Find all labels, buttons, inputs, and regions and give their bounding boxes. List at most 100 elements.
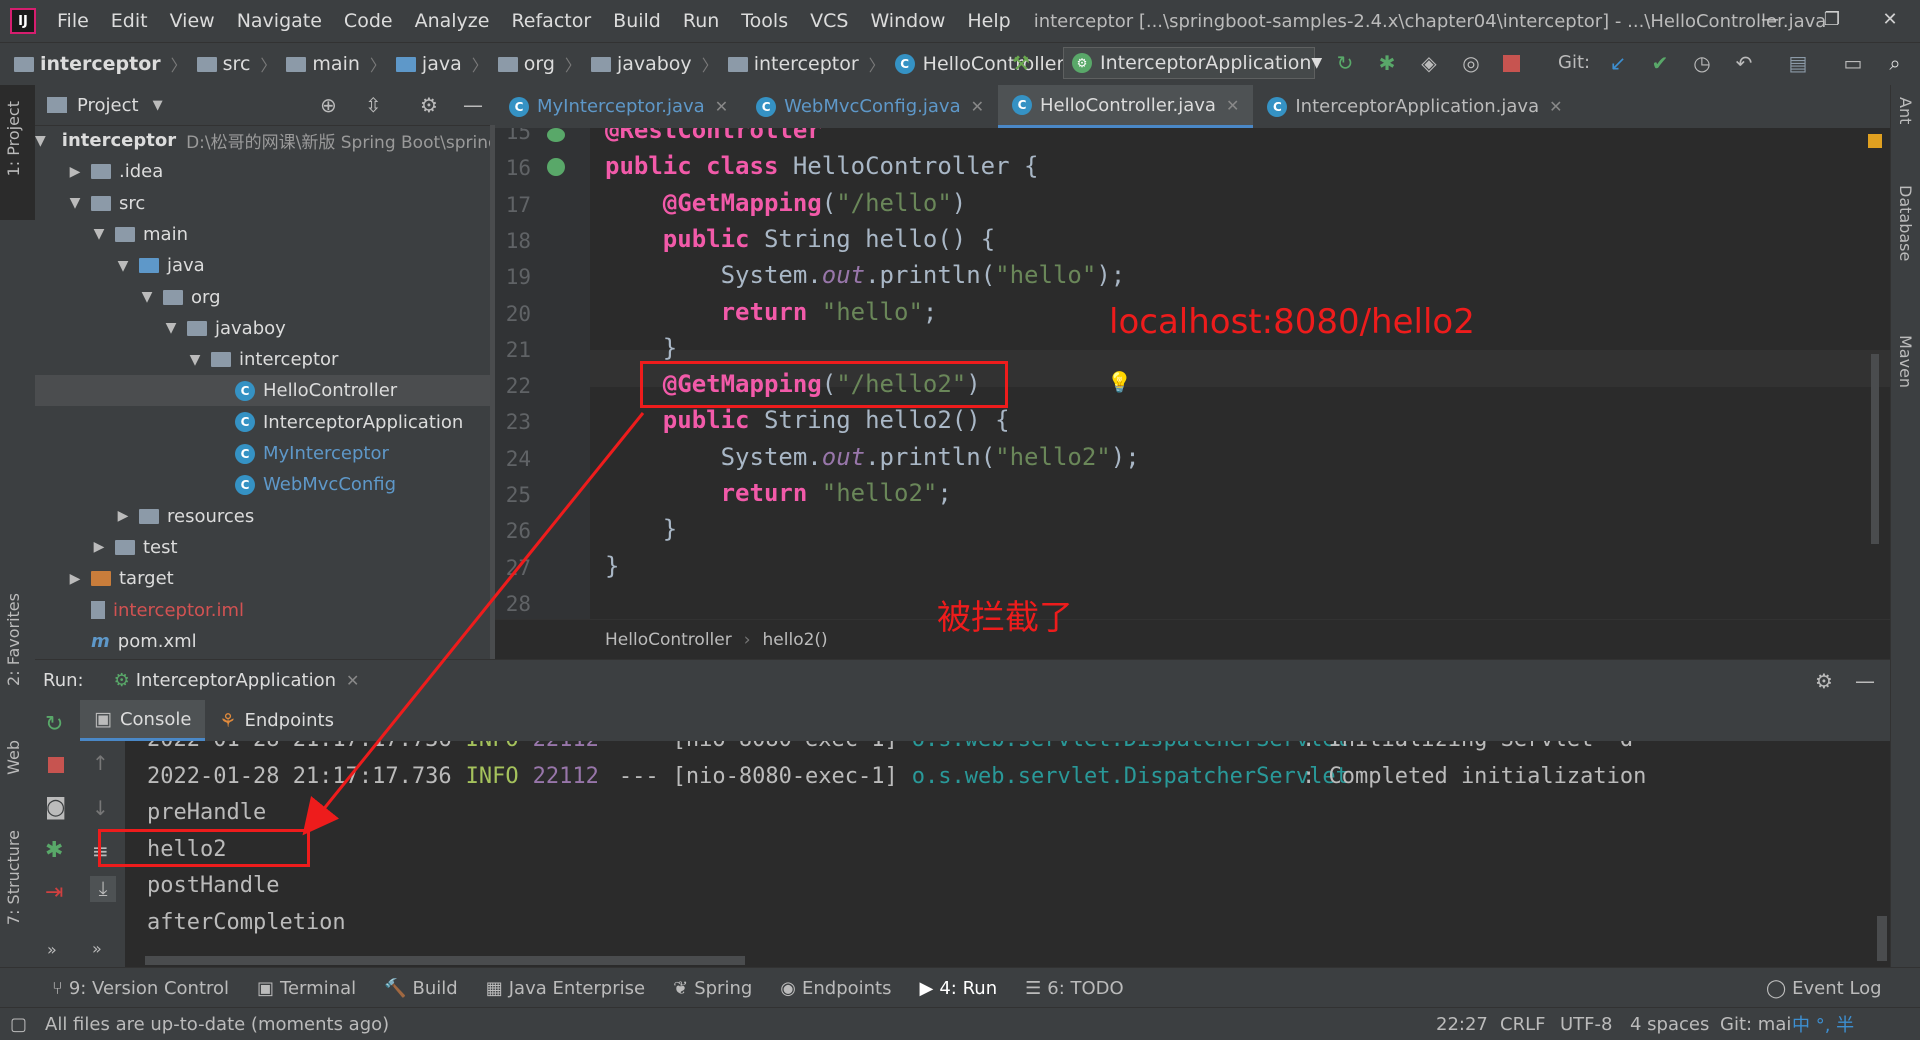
- close-icon[interactable]: ✕: [346, 671, 359, 690]
- structure-tool-tab[interactable]: 7: Structure: [4, 830, 23, 925]
- tree-item[interactable]: ▶ target: [35, 563, 495, 594]
- editor-tab[interactable]: C InterceptorApplication.java ✕: [1253, 85, 1576, 128]
- console-vscrollbar[interactable]: [1877, 916, 1887, 961]
- stop-icon[interactable]: [48, 757, 64, 773]
- tree-item[interactable]: ▶ resources: [35, 501, 495, 532]
- debug-bug-icon[interactable]: ✱: [45, 838, 63, 863]
- tree-item[interactable]: C InterceptorApplication: [35, 407, 495, 438]
- indent-setting[interactable]: 4 spaces: [1630, 1014, 1709, 1035]
- hide-panel-icon[interactable]: —: [463, 93, 483, 117]
- tree-item[interactable]: ▼ src: [35, 188, 495, 219]
- ant-tool-tab[interactable]: Ant: [1896, 97, 1915, 124]
- web-tool-tab[interactable]: Web: [4, 740, 23, 775]
- close-icon[interactable]: ✕: [715, 97, 728, 116]
- line-separator[interactable]: CRLF: [1500, 1014, 1545, 1035]
- tree-item[interactable]: ▼ main: [35, 219, 495, 250]
- status-window-icon[interactable]: ▢: [10, 1014, 27, 1035]
- expand-arrow-icon[interactable]: ▼: [115, 258, 131, 274]
- editor-scrollbar[interactable]: [1871, 354, 1879, 544]
- spring-bean-gutter-icon[interactable]: [547, 128, 565, 142]
- tool-window-button[interactable]: ◉ Endpoints: [780, 978, 891, 999]
- menu-vcs[interactable]: VCS: [799, 10, 859, 32]
- collapse-arrow-icon[interactable]: ▶: [115, 508, 131, 524]
- menu-navigate[interactable]: Navigate: [226, 10, 333, 32]
- ime-indicator[interactable]: 中 °, 半: [1792, 1011, 1854, 1037]
- hide-panel-icon[interactable]: —: [1855, 669, 1875, 693]
- minimize-button[interactable]: —: [1750, 6, 1790, 34]
- search-icon[interactable]: ⌕: [1882, 50, 1908, 76]
- tool-window-button[interactable]: 🔨 Build: [384, 978, 458, 999]
- collapse-arrow-icon[interactable]: ▶: [67, 571, 83, 587]
- menu-tools[interactable]: Tools: [730, 10, 799, 32]
- build-hammer-icon[interactable]: ⚒: [1008, 50, 1034, 76]
- rerun-icon[interactable]: ↻: [1332, 50, 1358, 76]
- more-icon[interactable]: »: [47, 940, 57, 959]
- tree-item[interactable]: ▼ java: [35, 250, 495, 281]
- debug-bug-icon[interactable]: ✱: [1374, 50, 1400, 76]
- tree-item[interactable]: C WebMvcConfig: [35, 469, 495, 500]
- tool-window-button[interactable]: ▦ Java Enterprise: [486, 978, 645, 999]
- expand-arrow-icon[interactable]: ▼: [163, 320, 179, 336]
- tree-item[interactable]: C HelloController: [35, 375, 495, 407]
- scroll-to-end-icon[interactable]: ⤓: [90, 876, 116, 902]
- event-log-button[interactable]: ◯ Event Log: [1766, 978, 1882, 999]
- coverage-icon[interactable]: ◈: [1416, 50, 1442, 76]
- stop-icon[interactable]: [1503, 55, 1520, 72]
- nav-crumb[interactable]: interceptor: [727, 53, 859, 75]
- menu-file[interactable]: File: [46, 10, 100, 32]
- history-clock-icon[interactable]: ◷: [1689, 50, 1715, 76]
- collapse-arrow-icon[interactable]: ▶: [91, 539, 107, 555]
- tree-item[interactable]: ▶ test: [35, 532, 495, 563]
- rerun-icon[interactable]: ↻: [45, 712, 63, 737]
- nav-crumb[interactable]: interceptor: [14, 53, 161, 75]
- tree-item[interactable]: ▼ interceptor D:\松哥的网课\新版 Spring Boot\spri…: [35, 125, 495, 156]
- tool-window-button[interactable]: ▶ 4: Run: [920, 978, 998, 999]
- tree-item[interactable]: m pom.xml: [35, 626, 495, 657]
- git-branch[interactable]: Git: mai: [1720, 1014, 1791, 1035]
- nav-crumb[interactable]: javaboy: [590, 53, 692, 75]
- expand-arrow-icon[interactable]: ▼: [187, 352, 203, 368]
- close-icon[interactable]: ✕: [1226, 96, 1239, 115]
- caret-position[interactable]: 22:27: [1436, 1014, 1488, 1035]
- restore-button[interactable]: ❐: [1812, 6, 1852, 34]
- lightbulb-icon[interactable]: 💡: [1107, 370, 1132, 394]
- tree-item[interactable]: ▼ interceptor: [35, 344, 495, 375]
- close-icon[interactable]: ✕: [1549, 97, 1562, 116]
- arrow-down-icon[interactable]: ↓: [92, 796, 109, 820]
- breadcrumb-method[interactable]: hello2(): [763, 630, 828, 650]
- favorites-tool-tab[interactable]: 2: Favorites: [4, 593, 23, 686]
- nav-crumb[interactable]: java: [395, 53, 462, 75]
- run-config-tab[interactable]: InterceptorApplication: [136, 670, 336, 691]
- tree-item[interactable]: C MyInterceptor: [35, 438, 495, 469]
- menu-help[interactable]: Help: [956, 10, 1021, 32]
- menu-view[interactable]: View: [159, 10, 226, 32]
- tree-item[interactable]: interceptor.iml: [35, 595, 495, 626]
- menu-code[interactable]: Code: [333, 10, 404, 32]
- console-hscrollbar[interactable]: [145, 956, 745, 965]
- close-icon[interactable]: ✕: [971, 97, 984, 116]
- presentation-icon[interactable]: ▭: [1840, 50, 1866, 76]
- tree-item[interactable]: ▶ .idea: [35, 156, 495, 187]
- expand-arrow-icon[interactable]: ▼: [67, 195, 83, 211]
- console-output[interactable]: 2022-01-28 21:17:17.736 INFO 22112 --- [nio-…: [125, 741, 1890, 967]
- locate-target-icon[interactable]: ⊕: [320, 93, 337, 117]
- git-update-icon[interactable]: ↙: [1605, 50, 1631, 76]
- tool-window-button[interactable]: ⑂ 9: Version Control: [52, 978, 229, 999]
- menu-analyze[interactable]: Analyze: [404, 10, 501, 32]
- more-icon[interactable]: »: [92, 939, 102, 958]
- menu-run[interactable]: Run: [672, 10, 730, 32]
- close-window-button[interactable]: ✕: [1870, 6, 1910, 34]
- menu-window[interactable]: Window: [859, 10, 956, 32]
- endpoints-tab[interactable]: ⚘ Endpoints: [205, 710, 348, 732]
- menu-refactor[interactable]: Refactor: [500, 10, 602, 32]
- run-configuration-selector[interactable]: ⚙ InterceptorApplication ▼: [1063, 47, 1322, 79]
- spring-bean-gutter-icon[interactable]: [547, 158, 565, 176]
- tool-window-button[interactable]: ❦ Spring: [673, 978, 752, 999]
- editor-tab[interactable]: C HelloController.java ✕: [998, 85, 1254, 128]
- menu-build[interactable]: Build: [602, 10, 672, 32]
- profile-icon[interactable]: ◎: [1458, 50, 1484, 76]
- file-encoding[interactable]: UTF-8: [1560, 1014, 1612, 1035]
- expand-arrow-icon[interactable]: ▼: [91, 226, 107, 242]
- exit-icon[interactable]: ⇥: [45, 880, 63, 905]
- tool-window-button[interactable]: ▣ Terminal: [257, 978, 356, 999]
